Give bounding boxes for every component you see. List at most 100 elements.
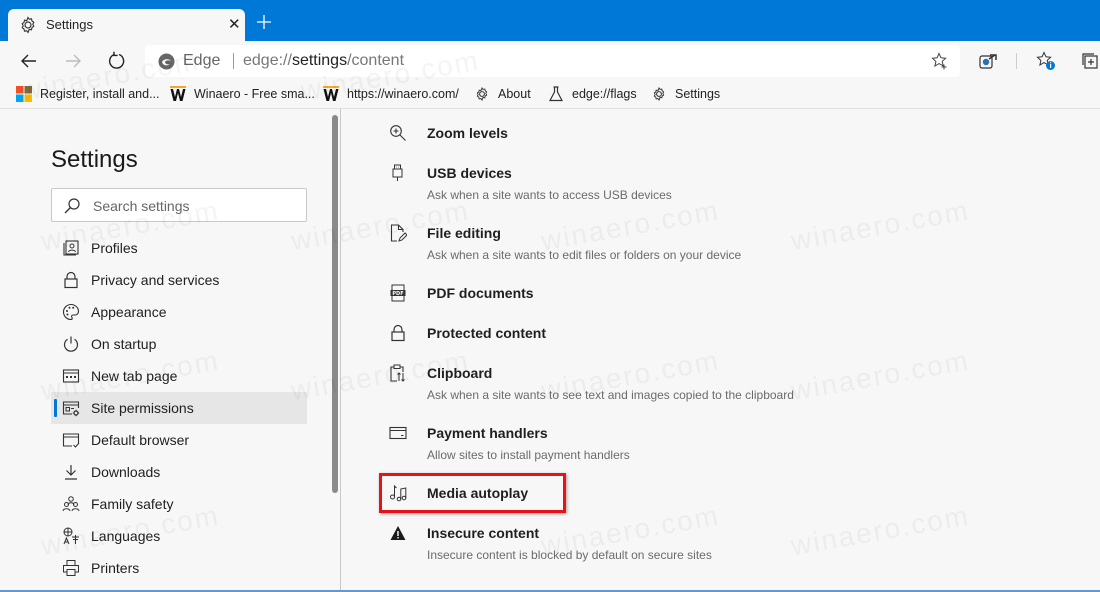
gear-icon — [474, 86, 490, 102]
highlight-box — [379, 473, 566, 513]
profile-icon — [62, 239, 80, 257]
toolbar: Edge edge://settings/content — [0, 41, 1100, 80]
new-tab-page-icon — [62, 367, 80, 385]
tab-title: Settings — [46, 17, 93, 32]
gear-icon — [18, 15, 38, 35]
sidebar-item-printers[interactable]: Printers — [51, 552, 307, 584]
permission-title: Payment handlers — [427, 425, 548, 441]
languages-icon — [62, 527, 80, 545]
permission-title: Zoom levels — [427, 125, 508, 141]
sidebar-item-label: Downloads — [91, 464, 161, 480]
winaero-w-icon — [170, 86, 186, 102]
search-placeholder: Search settings — [93, 198, 190, 214]
sidebar-item-profiles[interactable]: Profiles — [51, 232, 307, 264]
favorite-item[interactable]: edge://flags — [548, 84, 637, 104]
clipboard-icon — [389, 364, 407, 382]
favorite-label: About — [498, 87, 531, 101]
toolbar-separator — [1016, 53, 1017, 69]
file-edit-icon — [389, 224, 407, 242]
flask-icon — [548, 86, 564, 102]
sidebar-item-label: Default browser — [91, 432, 190, 448]
permission-title: USB devices — [427, 165, 512, 181]
refresh-icon[interactable] — [106, 50, 128, 72]
site-permissions-list: Zoom levels USB devices Ask when a site … — [341, 109, 1100, 592]
search-input[interactable]: Search settings — [51, 188, 307, 222]
close-tab-icon[interactable]: ✕ — [228, 15, 241, 35]
favorites-star-icon[interactable] — [1036, 51, 1056, 71]
download-icon — [62, 463, 80, 481]
title-bar: Settings ✕ — [0, 0, 1100, 41]
card-icon — [389, 424, 407, 442]
sidebar-item-label: Privacy and services — [91, 272, 220, 288]
tab-settings[interactable]: Settings ✕ — [8, 9, 245, 41]
sidebar-item-label: On startup — [91, 336, 157, 352]
sidebar-item-site-permissions[interactable]: Site permissions — [51, 392, 307, 424]
favorite-item[interactable]: About — [474, 84, 531, 104]
usb-icon — [389, 164, 407, 182]
sidebar-item-privacy[interactable]: Privacy and services — [51, 264, 307, 296]
url-text[interactable]: edge://settings/content — [243, 52, 404, 70]
favorites-bar: Register, install and... Winaero - Free … — [0, 80, 1100, 107]
page-title: Settings — [51, 146, 138, 173]
lock-icon — [62, 271, 80, 289]
lock-icon — [389, 324, 407, 342]
url-path: /content — [347, 52, 405, 69]
favorite-label: Settings — [675, 87, 721, 101]
sidebar-item-appearance[interactable]: Appearance — [51, 296, 307, 328]
collections-icon[interactable] — [1080, 51, 1100, 71]
permission-description: Insecure content is blocked by default o… — [427, 548, 712, 562]
back-arrow-icon[interactable] — [18, 50, 40, 72]
site-permissions-icon — [62, 399, 80, 417]
plus-icon[interactable] — [254, 12, 274, 32]
microsoft-logo-icon — [16, 86, 32, 102]
default-browser-icon — [62, 431, 80, 449]
permission-description: Ask when a site wants to edit files or f… — [427, 248, 742, 262]
forward-arrow-icon[interactable] — [62, 50, 84, 72]
ie-mode-icon[interactable] — [978, 51, 998, 71]
favorite-item[interactable]: Winaero - Free sma... — [170, 84, 315, 104]
favorite-item[interactable]: Settings — [651, 84, 720, 104]
zoom-in-icon — [389, 124, 407, 142]
sidebar-item-label: Printers — [91, 560, 140, 576]
palette-icon — [62, 303, 80, 321]
permission-description: Ask when a site wants to see text and im… — [427, 388, 794, 402]
favorite-item[interactable]: https://winaero.com/ — [323, 84, 459, 104]
permission-title: File editing — [427, 225, 501, 241]
sidebar-item-label: Family safety — [91, 496, 174, 512]
sidebar-scrollbar[interactable] — [332, 115, 338, 493]
site-identity-label: Edge — [183, 52, 221, 69]
favorite-label: https://winaero.com/ — [347, 87, 459, 101]
sidebar-item-family-safety[interactable]: Family safety — [51, 488, 307, 520]
add-favorite-star-icon[interactable] — [931, 52, 949, 70]
pdf-icon: PDF — [389, 284, 407, 302]
permission-description: Allow sites to install payment handlers — [427, 448, 630, 462]
sidebar-item-label: Site permissions — [91, 400, 194, 416]
permission-title: Protected content — [427, 325, 547, 341]
sidebar-item-label: New tab page — [91, 368, 178, 384]
favorite-label: Winaero - Free sma... — [194, 87, 315, 101]
url-host: settings — [291, 52, 348, 69]
settings-sidebar: Settings Search settings Profiles Privac… — [0, 109, 340, 592]
printer-icon — [62, 559, 80, 577]
permission-description: Ask when a site wants to access USB devi… — [427, 188, 672, 202]
address-bar[interactable]: Edge edge://settings/content — [145, 45, 960, 77]
sidebar-item-on-startup[interactable]: On startup — [51, 328, 307, 360]
warning-icon — [389, 524, 407, 542]
sidebar-item-label: Appearance — [91, 304, 167, 320]
sidebar-item-languages[interactable]: Languages — [51, 520, 307, 552]
permission-title: Clipboard — [427, 365, 493, 381]
favorite-item[interactable]: Register, install and... — [16, 84, 160, 104]
power-icon — [62, 335, 80, 353]
search-icon — [63, 197, 81, 215]
sidebar-item-downloads[interactable]: Downloads — [51, 456, 307, 488]
sidebar-item-new-tab-page[interactable]: New tab page — [51, 360, 307, 392]
edge-logo-icon — [158, 53, 175, 70]
svg-text:PDF: PDF — [392, 291, 403, 297]
address-separator — [233, 53, 234, 69]
sidebar-item-default-browser[interactable]: Default browser — [51, 424, 307, 456]
favorite-label: edge://flags — [572, 87, 637, 101]
permission-title: PDF documents — [427, 285, 534, 301]
gear-icon — [651, 86, 667, 102]
winaero-w-icon — [323, 86, 339, 102]
family-icon — [62, 495, 80, 513]
